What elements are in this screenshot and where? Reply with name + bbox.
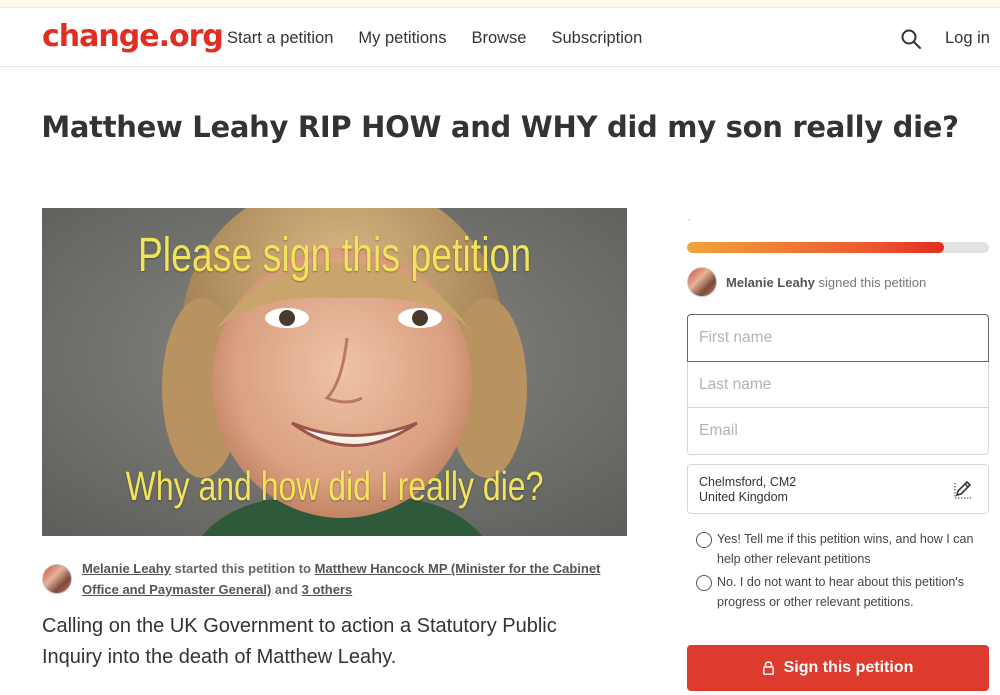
- email-input[interactable]: [688, 408, 988, 454]
- signer-action: signed this petition: [814, 275, 927, 290]
- sign-form-fields: [687, 314, 989, 455]
- first-name-input[interactable]: [688, 315, 988, 361]
- progress-fill: [687, 242, 944, 253]
- top-notice-strip: [0, 0, 1000, 8]
- signer-text: Melanie Leahy signed this petition: [726, 275, 926, 290]
- starter-text: Melanie Leahy started this petition to M…: [82, 558, 622, 600]
- change-org-logo[interactable]: change.org: [42, 19, 224, 54]
- nav-subscription[interactable]: Subscription: [551, 29, 642, 48]
- edit-location-icon[interactable]: [952, 478, 974, 500]
- progress-label: -: [688, 215, 691, 224]
- nav-browse[interactable]: Browse: [471, 29, 526, 48]
- main-nav: Start a petition My petitions Browse Sub…: [227, 29, 667, 48]
- first-name-field-wrap: [687, 314, 989, 362]
- others-link[interactable]: 3 others: [302, 582, 353, 597]
- search-icon[interactable]: [900, 28, 922, 50]
- location-city: Chelmsford, CM2: [699, 475, 797, 489]
- petition-lead-text: Calling on the UK Government to action a…: [42, 615, 557, 668]
- starter-mid-text: started this petition to: [170, 561, 315, 576]
- email-field-wrap: [688, 408, 988, 454]
- location-country: United Kingdom: [699, 490, 788, 504]
- last-name-field-wrap: [688, 362, 988, 408]
- signature-progress-bar: [687, 242, 989, 253]
- signer-avatar: [687, 267, 717, 297]
- location-field[interactable]: Chelmsford, CM2 United Kingdom: [687, 464, 989, 514]
- starter-avatar: [42, 564, 72, 594]
- petition-image: Please sign this petition Why and how di…: [42, 208, 627, 536]
- nav-start-petition[interactable]: Start a petition: [227, 29, 333, 48]
- starter-and-text: and: [271, 582, 302, 597]
- recent-signer: Melanie Leahy signed this petition: [687, 267, 997, 297]
- image-caption-bottom: Why and how did I really die?: [125, 463, 544, 509]
- nav-my-petitions[interactable]: My petitions: [358, 29, 446, 48]
- sign-petition-button[interactable]: Sign this petition: [687, 645, 989, 691]
- radio-yes[interactable]: [696, 532, 712, 548]
- lock-icon: [762, 661, 774, 675]
- opt-in-no-label: No. I do not want to hear about this pet…: [717, 575, 964, 609]
- last-name-input[interactable]: [688, 362, 988, 407]
- starter-name-link[interactable]: Melanie Leahy: [82, 561, 171, 576]
- image-caption-top: Please sign this petition: [137, 229, 532, 282]
- radio-no[interactable]: [696, 575, 712, 591]
- petition-title: Matthew Leahy RIP HOW and WHY did my son…: [41, 110, 959, 144]
- sign-petition-label: Sign this petition: [783, 659, 914, 676]
- opt-in-yes-label: Yes! Tell me if this petition wins, and …: [717, 532, 974, 566]
- site-header: change.org Start a petition My petitions…: [0, 9, 1000, 67]
- signer-name: Melanie Leahy: [726, 275, 815, 290]
- login-link[interactable]: Log in: [945, 29, 990, 48]
